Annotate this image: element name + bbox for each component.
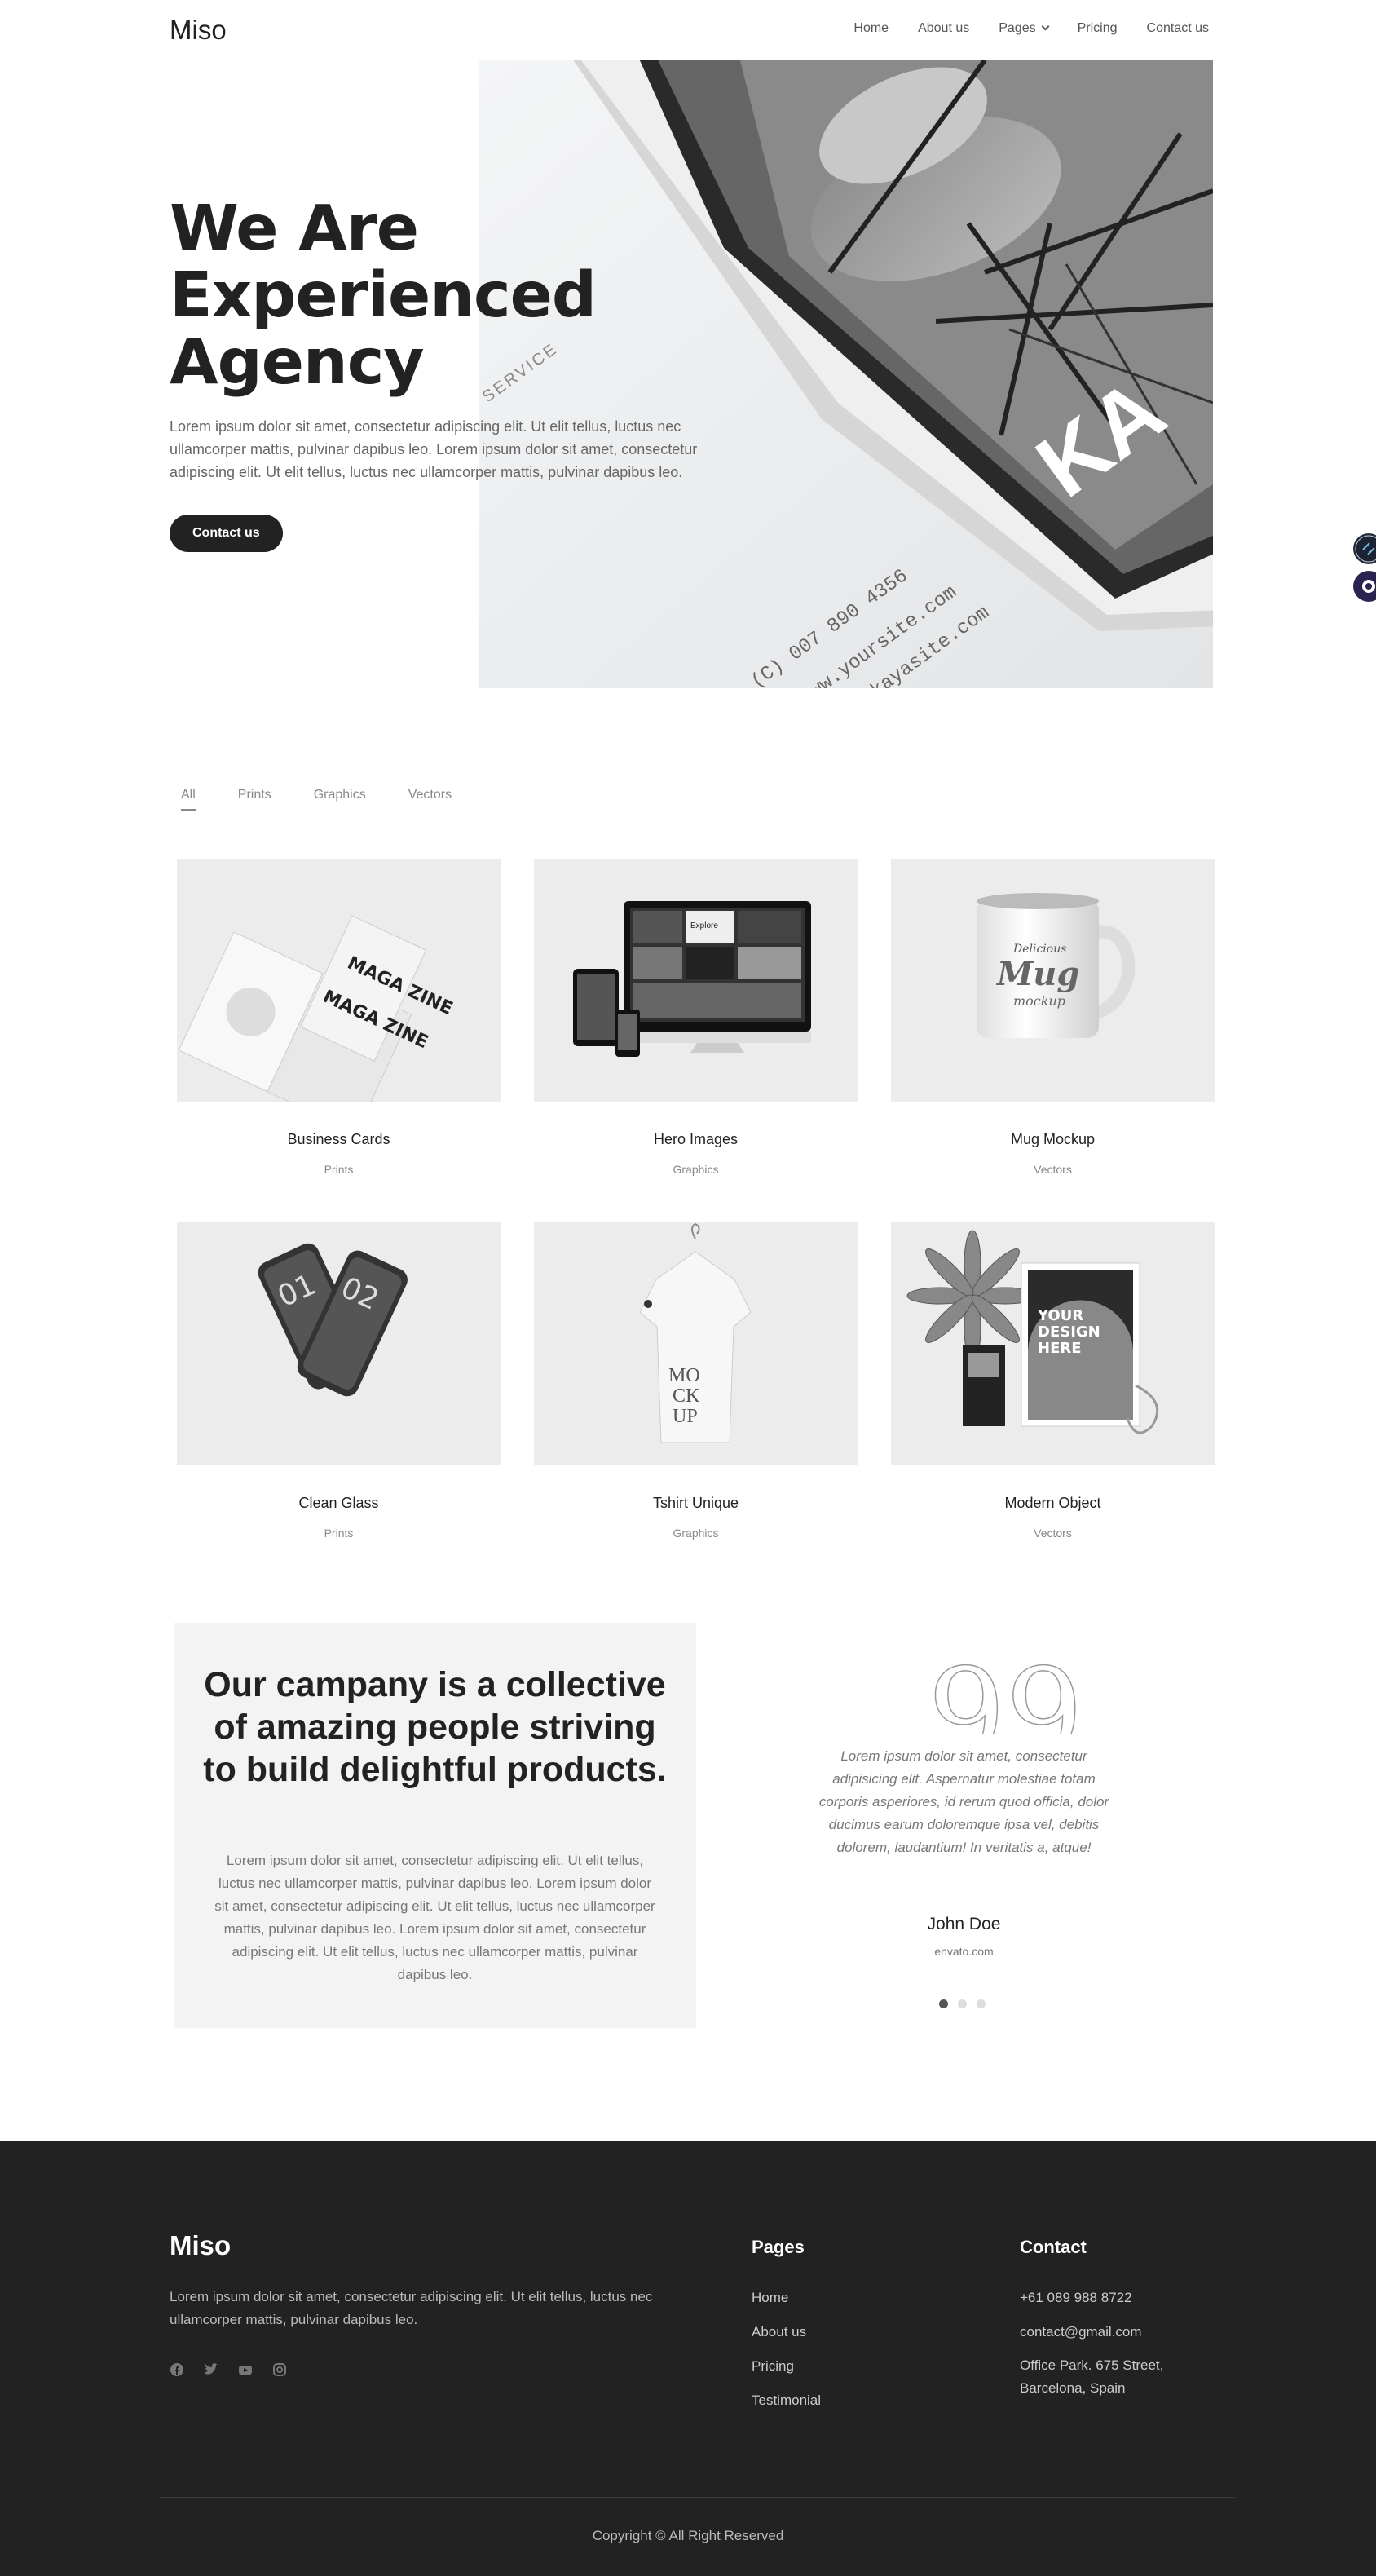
nav-home[interactable]: Home: [853, 21, 889, 36]
portfolio-card-image[interactable]: MO CK UP: [534, 1222, 858, 1465]
portfolio-card-image[interactable]: Explore: [534, 859, 858, 1102]
about-text: Lorem ipsum dolor sit amet, consectetur …: [214, 1853, 655, 1982]
portfolio-card-title[interactable]: Mug Mockup: [891, 1131, 1215, 1148]
about-title: Our campany is a collective of amazing p…: [203, 1665, 667, 1789]
card-art-text-2: Mug: [995, 955, 1079, 993]
portfolio-filters: All Prints Graphics Vectors: [181, 788, 452, 811]
card-art-text-3: mockup: [1013, 993, 1065, 1009]
chevron-down-icon: [1041, 22, 1050, 31]
hero-title-line-3: Agency: [170, 326, 425, 399]
footer-link-about[interactable]: About us: [752, 2324, 806, 2340]
portfolio-card[interactable]: Explore Hero Images Graphics: [534, 859, 858, 1176]
footer-logo[interactable]: Miso: [170, 2230, 231, 2261]
footer-phone[interactable]: +61 089 988 8722: [1020, 2290, 1132, 2306]
card-art-text-2: CK: [673, 1385, 700, 1407]
nav-pages-label: Pages: [999, 21, 1036, 35]
side-widget-icon[interactable]: [1353, 533, 1376, 564]
card-art-text-1: YOUR: [1037, 1307, 1083, 1324]
card-art-text-1: MO: [668, 1365, 700, 1386]
footer-email[interactable]: contact@gmail.com: [1020, 2324, 1142, 2340]
filter-prints[interactable]: Prints: [238, 788, 271, 811]
card-art-text-1: Delicious: [1012, 943, 1066, 956]
testimonial-source: envato.com: [934, 1945, 994, 1958]
filter-graphics[interactable]: Graphics: [314, 788, 366, 811]
card-art-text-2: DESIGN: [1038, 1323, 1100, 1341]
nav-about[interactable]: About us: [918, 21, 969, 36]
portfolio-card-image[interactable]: 01 02: [177, 1222, 501, 1465]
card-art-text: Explore: [690, 921, 718, 930]
portfolio-card-category: Vectors: [1034, 1527, 1072, 1540]
social-links: [170, 2362, 287, 2377]
portfolio-card[interactable]: Delicious Mug mockup Mug Mockup Vectors: [891, 859, 1215, 1176]
twitter-icon[interactable]: [204, 2362, 218, 2377]
about-box: Our campany is a collective of amazing p…: [174, 1623, 696, 2028]
hero-description: Lorem ipsum dolor sit amet, consectetur …: [170, 418, 698, 480]
copyright: Copyright © All Right Reserved: [592, 2528, 784, 2543]
portfolio-card-title[interactable]: Hero Images: [534, 1131, 858, 1148]
footer-link-testimonial[interactable]: Testimonial: [752, 2393, 821, 2409]
nav-pricing[interactable]: Pricing: [1078, 21, 1118, 36]
filter-vectors[interactable]: Vectors: [408, 788, 452, 811]
portfolio-card-image[interactable]: YOUR DESIGN HERE: [891, 1222, 1215, 1465]
card-art-text-3: UP: [673, 1406, 698, 1427]
pagination-dot[interactable]: [958, 1999, 967, 2008]
portfolio-card-title[interactable]: Modern Object: [891, 1495, 1215, 1512]
hero-title: We Are Experienced Agency: [170, 196, 659, 396]
site-header: Miso Home About us Pages Pricing Contact…: [0, 0, 1376, 60]
hero-section: KA SERVICE (C) 007 890 4356 www.yoursite…: [0, 60, 1376, 688]
portfolio-card-title[interactable]: Clean Glass: [177, 1495, 501, 1512]
portfolio-card-title[interactable]: Business Cards: [177, 1131, 501, 1148]
testimonial-name: John Doe: [927, 1915, 1001, 1933]
footer-address: Office Park. 675 Street, Barcelona, Spai…: [1020, 2357, 1164, 2396]
portfolio-card[interactable]: YOUR DESIGN HERE Modern Object Vectors: [891, 1222, 1215, 1540]
instagram-icon[interactable]: [272, 2362, 287, 2377]
footer-pages-title: Pages: [752, 2237, 805, 2257]
portfolio-card-image[interactable]: Delicious Mug mockup: [891, 859, 1215, 1102]
portfolio-card[interactable]: 01 02 Clean Glass Prints: [177, 1222, 501, 1540]
portfolio-card-category: Graphics: [673, 1527, 719, 1540]
portfolio-card[interactable]: MO CK UP Tshirt Unique Graphics: [534, 1222, 858, 1540]
testimonial-pagination: [939, 1999, 986, 2008]
footer-contact-title: Contact: [1020, 2237, 1087, 2257]
footer-description: Lorem ipsum dolor sit amet, consectetur …: [170, 2289, 653, 2327]
footer-link-pricing[interactable]: Pricing: [752, 2358, 794, 2375]
youtube-icon[interactable]: [238, 2362, 253, 2377]
portfolio-card-image[interactable]: MAGA ZINE MAGA ZINE: [177, 859, 501, 1102]
logo[interactable]: Miso: [170, 15, 227, 46]
portfolio-card-title[interactable]: Tshirt Unique: [534, 1495, 858, 1512]
filter-all[interactable]: All: [181, 788, 196, 811]
portfolio-card-category: Graphics: [673, 1163, 719, 1176]
portfolio-card-category: Vectors: [1034, 1163, 1072, 1176]
portfolio-card[interactable]: MAGA ZINE MAGA ZINE Business Cards Print…: [177, 859, 501, 1176]
quote-icon: 99: [928, 1653, 1083, 1734]
site-footer: Miso Lorem ipsum dolor sit amet, consect…: [0, 2141, 1376, 2576]
footer-divider: [159, 2497, 1235, 2498]
nav-pages[interactable]: Pages: [999, 21, 1050, 36]
testimonial-text: Lorem ipsum dolor sit amet, consectetur …: [818, 1748, 1109, 1855]
pagination-dot[interactable]: [977, 1999, 986, 2008]
footer-link-home[interactable]: Home: [752, 2290, 788, 2306]
portfolio-card-category: Prints: [324, 1163, 354, 1176]
hero-title-line-1: We Are: [170, 192, 419, 265]
facebook-icon[interactable]: [170, 2362, 184, 2377]
portfolio-card-category: Prints: [324, 1527, 354, 1540]
side-eye-icon[interactable]: [1353, 571, 1376, 602]
hero-contact-button[interactable]: Contact us: [170, 515, 283, 552]
pagination-dot[interactable]: [939, 1999, 948, 2008]
main-nav: Home About us Pages Pricing Contact us: [853, 21, 1209, 36]
hero-title-line-2: Experienced: [170, 259, 597, 332]
card-art-text-3: HERE: [1038, 1340, 1082, 1357]
nav-contact[interactable]: Contact us: [1147, 21, 1209, 36]
